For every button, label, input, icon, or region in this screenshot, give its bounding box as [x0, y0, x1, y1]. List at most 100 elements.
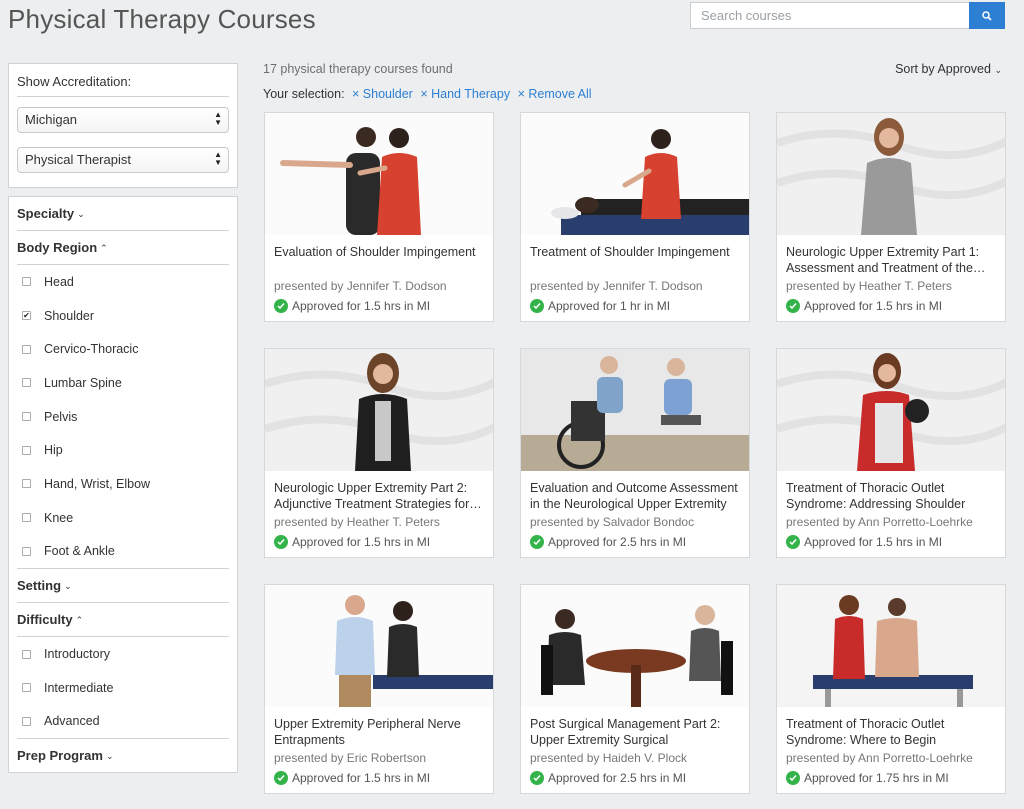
- approval-text: Approved for 2.5 hrs in MI: [548, 535, 687, 549]
- course-thumbnail[interactable]: [265, 113, 493, 235]
- course-title[interactable]: Treatment of Thoracic Outlet Syndrome: A…: [786, 480, 997, 512]
- filters-panel: Specialty ⌄ Body Region ⌃ Head ✔ Shoulder C…: [8, 196, 238, 773]
- sort-dropdown[interactable]: Sort by Approved ⌄: [895, 62, 1002, 76]
- check-circle-icon: [274, 299, 288, 313]
- filter-item-cervico-thoracic[interactable]: Cervico-Thoracic: [17, 332, 229, 366]
- search-icon: [982, 10, 992, 21]
- filter-item-label: Hand, Wrist, Elbow: [44, 476, 151, 491]
- course-title[interactable]: Neurologic Upper Extremity Part 1: Asses…: [786, 244, 997, 276]
- checkbox[interactable]: [22, 513, 31, 523]
- course-title[interactable]: Evaluation of Shoulder Impingement: [274, 244, 485, 276]
- course-card[interactable]: Evaluation and Outcome Assessment in the…: [520, 348, 750, 558]
- approval-text: Approved for 1 hr in MI: [548, 299, 671, 313]
- page-title: Physical Therapy Courses: [8, 4, 316, 34]
- filter-item-hand-wrist-elbow[interactable]: Hand, Wrist, Elbow: [17, 467, 229, 501]
- filter-item-intermediate[interactable]: Intermediate: [17, 671, 229, 705]
- checkbox[interactable]: [22, 683, 31, 693]
- checkbox[interactable]: [22, 277, 31, 287]
- check-circle-icon: [274, 771, 288, 785]
- checkbox[interactable]: [22, 378, 31, 388]
- filter-item-label: Hip: [44, 443, 63, 458]
- body-region-list: Head ✔ Shoulder Cervico-Thoracic Lumbar S…: [17, 265, 229, 570]
- course-title[interactable]: Treatment of Thoracic Outlet Syndrome: W…: [786, 716, 997, 748]
- chevron-up-icon: ⌃: [100, 242, 108, 253]
- remove-tag-shoulder[interactable]: × Shoulder: [352, 87, 413, 101]
- course-card[interactable]: Upper Extremity Peripheral Nerve Entrapm…: [264, 584, 494, 794]
- course-thumbnail[interactable]: [265, 349, 493, 471]
- course-card[interactable]: Treatment of Thoracic Outlet Syndrome: A…: [776, 348, 1006, 558]
- filter-item-foot-ankle[interactable]: Foot & Ankle: [17, 535, 229, 569]
- filter-item-label: Lumbar Spine: [44, 375, 122, 390]
- profession-select-value: Physical Therapist: [25, 152, 131, 167]
- approval-text: Approved for 1.5 hrs in MI: [292, 535, 431, 549]
- search-input[interactable]: [690, 2, 969, 29]
- approval-status: Approved for 2.5 hrs in MI: [530, 771, 686, 785]
- filter-body-region-toggle[interactable]: Body Region ⌃: [17, 231, 229, 265]
- filter-item-pelvis[interactable]: Pelvis: [17, 400, 229, 434]
- checkbox[interactable]: [22, 546, 31, 556]
- state-select-value: Michigan: [25, 112, 78, 127]
- filter-item-label: Foot & Ankle: [44, 544, 115, 559]
- filter-item-lumbar-spine[interactable]: Lumbar Spine: [17, 366, 229, 400]
- course-card[interactable]: Neurologic Upper Extremity Part 2: Adjun…: [264, 348, 494, 558]
- checkbox[interactable]: [22, 716, 31, 726]
- course-card[interactable]: Treatment of Shoulder Impingement presen…: [520, 112, 750, 322]
- course-card[interactable]: Evaluation of Shoulder Impingement prese…: [264, 112, 494, 322]
- course-thumbnail[interactable]: [777, 113, 1005, 235]
- checkbox-checked[interactable]: ✔: [22, 311, 31, 321]
- course-thumbnail[interactable]: [777, 349, 1005, 471]
- filter-item-hip[interactable]: Hip: [17, 433, 229, 467]
- course-card[interactable]: Treatment of Thoracic Outlet Syndrome: W…: [776, 584, 1006, 794]
- selection-label: Your selection:: [263, 87, 345, 101]
- course-card[interactable]: Post Surgical Management Part 2: Upper E…: [520, 584, 750, 794]
- course-card[interactable]: Neurologic Upper Extremity Part 1: Asses…: [776, 112, 1006, 322]
- course-title[interactable]: Evaluation and Outcome Assessment in the…: [530, 480, 741, 512]
- chevron-up-icon: ⌃: [75, 614, 84, 625]
- filter-difficulty-toggle[interactable]: Difficulty ⌃: [17, 603, 229, 638]
- remove-tag-hand-therapy[interactable]: × Hand Therapy: [420, 87, 510, 101]
- checkbox[interactable]: [22, 649, 31, 659]
- approval-text: Approved for 1.5 hrs in MI: [292, 771, 431, 785]
- course-thumbnail[interactable]: [265, 585, 493, 707]
- course-title[interactable]: Neurologic Upper Extremity Part 2: Adjun…: [274, 480, 485, 512]
- chevron-down-icon: ⌄: [994, 65, 1002, 75]
- course-thumbnail[interactable]: [521, 585, 749, 707]
- filter-setting-toggle[interactable]: Setting ⌄: [17, 569, 229, 604]
- course-presenter: presented by Ann Porretto-Loehrke: [786, 515, 973, 529]
- filter-item-knee[interactable]: Knee: [17, 501, 229, 535]
- filter-item-introductory[interactable]: Introductory: [17, 637, 229, 671]
- course-presenter: presented by Jennifer T. Dodson: [274, 279, 447, 293]
- checkbox[interactable]: [22, 445, 31, 455]
- filter-item-advanced[interactable]: Advanced: [17, 705, 229, 739]
- search-button[interactable]: [969, 2, 1005, 29]
- profession-select[interactable]: Physical Therapist ▲ ▼: [17, 147, 229, 173]
- course-thumbnail[interactable]: [777, 585, 1005, 707]
- remove-all-link[interactable]: × Remove All: [518, 87, 592, 101]
- course-title[interactable]: Upper Extremity Peripheral Nerve Entrapm…: [274, 716, 485, 748]
- filter-item-head[interactable]: Head: [17, 265, 229, 299]
- filter-specialty-label: Specialty: [17, 205, 75, 221]
- checkbox[interactable]: [22, 479, 31, 489]
- checkbox[interactable]: [22, 412, 31, 422]
- filter-item-shoulder[interactable]: ✔ Shoulder: [17, 299, 229, 333]
- course-thumbnail[interactable]: [521, 113, 749, 235]
- filter-item-label: Pelvis: [44, 409, 78, 424]
- approval-text: Approved for 1.5 hrs in MI: [804, 299, 943, 313]
- checkbox[interactable]: [22, 344, 31, 354]
- approval-status: Approved for 1.5 hrs in MI: [274, 299, 430, 313]
- course-thumbnail[interactable]: [521, 349, 749, 471]
- filter-prep-program-toggle[interactable]: Prep Program ⌄: [17, 739, 229, 773]
- course-title[interactable]: Treatment of Shoulder Impingement: [530, 244, 741, 276]
- check-circle-icon: [530, 299, 544, 313]
- course-presenter: presented by Ann Porretto-Loehrke: [786, 751, 973, 765]
- check-circle-icon: [530, 771, 544, 785]
- state-select[interactable]: Michigan ▲ ▼: [17, 107, 229, 133]
- filter-prep-program-label: Prep Program: [17, 748, 103, 764]
- filter-body-region-label: Body Region: [17, 239, 98, 255]
- filter-specialty-toggle[interactable]: Specialty ⌄: [17, 197, 229, 231]
- sort-label: Sort by Approved: [895, 62, 991, 76]
- check-circle-icon: [786, 771, 800, 785]
- difficulty-list: Introductory Intermediate Advanced: [17, 637, 229, 740]
- course-presenter: presented by Haideh V. Plock: [530, 751, 687, 765]
- course-title[interactable]: Post Surgical Management Part 2: Upper E…: [530, 716, 741, 748]
